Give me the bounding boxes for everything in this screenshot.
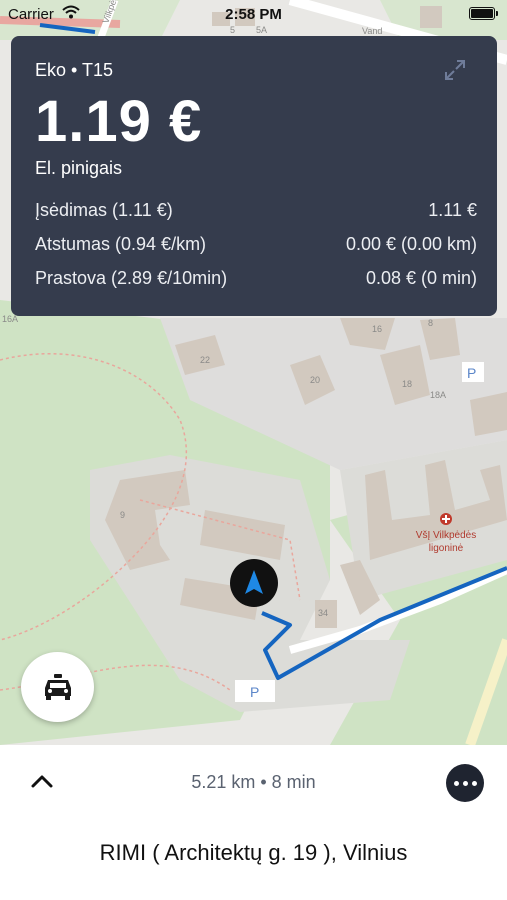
fare-card: Eko • T15 1.19 € El. pinigais Įsėdimas (… [11, 36, 497, 316]
house-number: 8 [428, 318, 433, 328]
fare-price: 1.19 € [35, 89, 203, 154]
battery-icon [469, 7, 498, 20]
house-number: 18A [430, 390, 446, 400]
payment-method: El. pinigais [35, 158, 123, 178]
house-number: 34 [318, 608, 328, 618]
fare-breakdown: Įsėdimas (1.11 €) 1.11 € Atstumas (0.94 … [35, 198, 477, 300]
fare-row-label: Atstumas (0.94 €/km) [35, 234, 207, 254]
poi-name-line2: ligoninė [429, 543, 464, 554]
parking-label: P [250, 684, 259, 700]
more-dot-icon [462, 780, 468, 786]
house-number: 16 [372, 324, 382, 334]
more-dot-icon [453, 780, 459, 786]
taxi-button[interactable] [21, 652, 94, 722]
fare-row: Prastova (2.89 €/10min) 0.08 € (0 min) [35, 266, 477, 300]
service-label: Eko • T15 [35, 60, 114, 80]
house-number: 20 [310, 375, 320, 385]
house-number: 18 [402, 379, 412, 389]
house-number: 9 [120, 510, 125, 520]
fare-row-value: 0.08 € (0 min) [365, 268, 477, 288]
expand-icon[interactable] [443, 58, 467, 82]
fare-row-label: Įsėdimas (1.11 €) [35, 200, 173, 220]
trip-sheet: 5.21 km • 8 min RIMI ( Architektų g. 19 … [0, 745, 507, 900]
fare-row-value: 1.11 € [428, 200, 477, 220]
more-dot-icon [471, 780, 477, 786]
taxi-icon [44, 674, 71, 700]
status-bar: Carrier 2:58 PM [0, 0, 507, 30]
more-options-button[interactable] [446, 764, 484, 802]
house-number: 22 [200, 355, 210, 365]
destination-address: RIMI ( Architektų g. 19 ), Vilnius [99, 840, 408, 865]
fare-row: Įsėdimas (1.11 €) 1.11 € [35, 198, 477, 232]
parking-label: P [467, 365, 476, 381]
poi-name: VšĮ Vilkpėdės [416, 530, 476, 541]
trip-summary: 5.21 km • 8 min [191, 772, 316, 792]
status-time: 2:58 PM [225, 6, 282, 23]
fare-row-value: 0.00 € (0.00 km) [345, 234, 477, 254]
fare-row-label: Prastova (2.89 €/10min) [35, 268, 228, 288]
fare-row: Atstumas (0.94 €/km) 0.00 € (0.00 km) [35, 232, 477, 266]
